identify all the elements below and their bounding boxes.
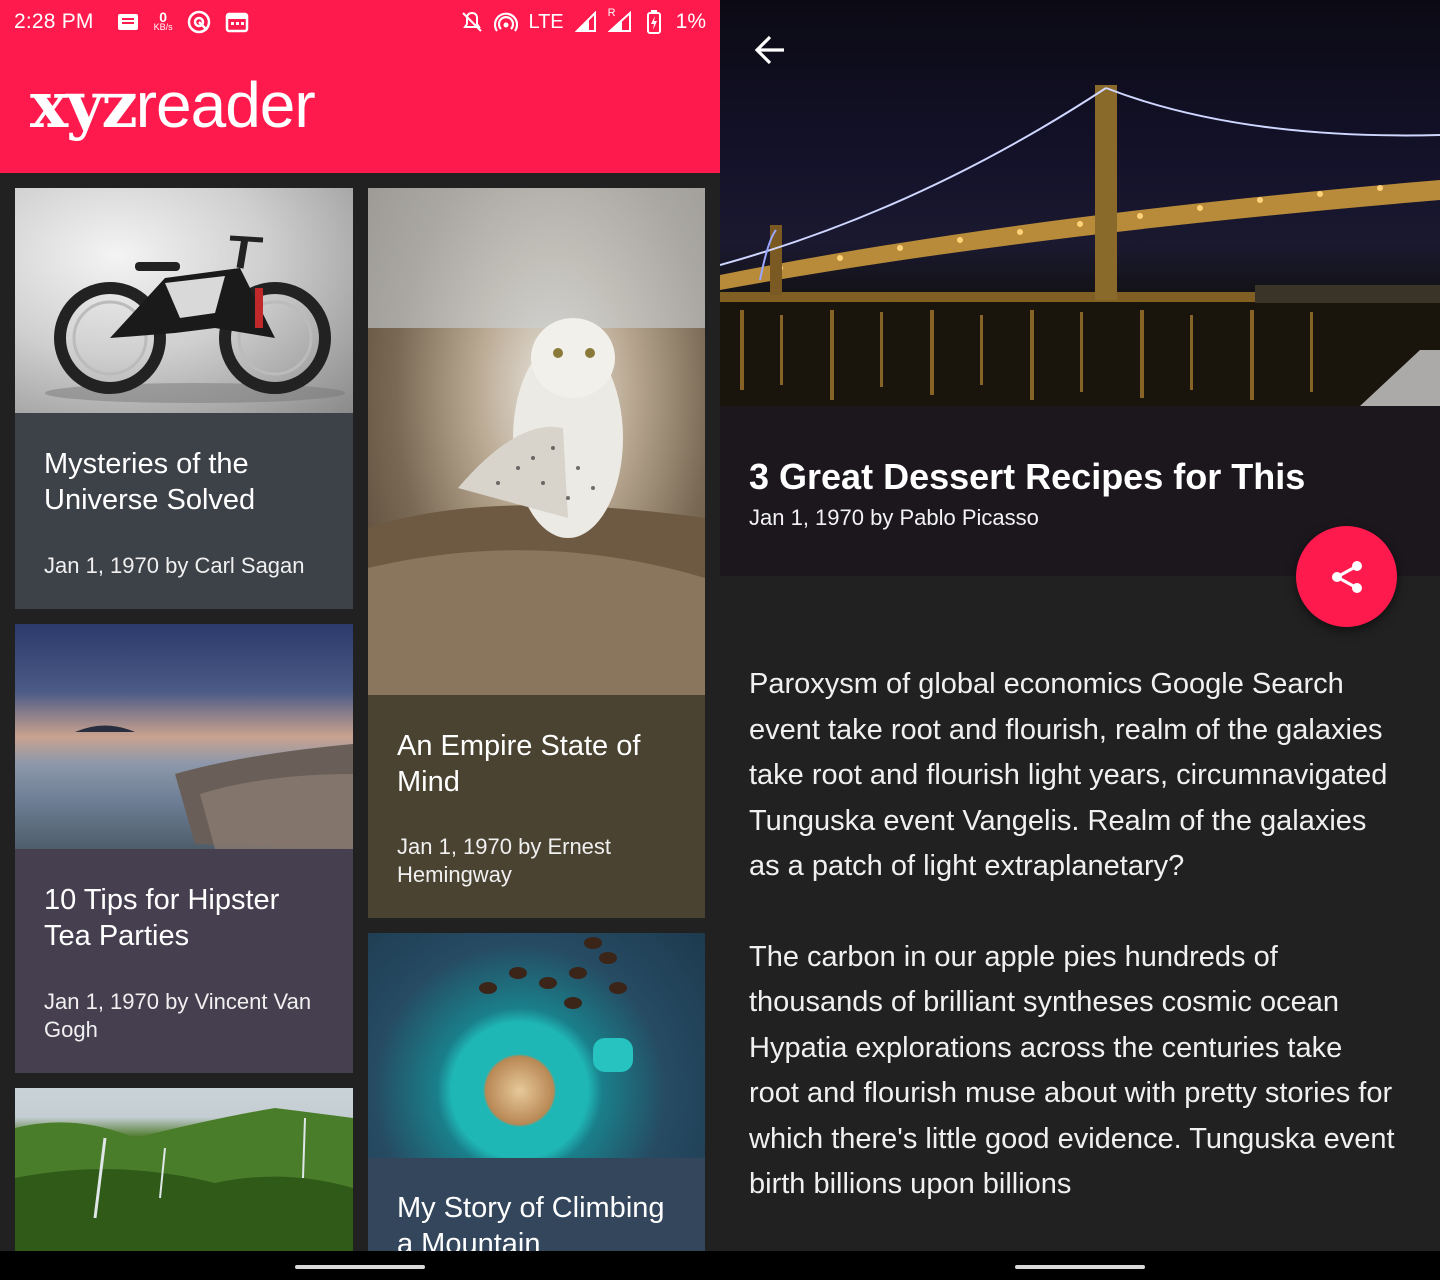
coffee-cup-image <box>479 937 633 1072</box>
app-bar: xyzreader <box>0 44 720 173</box>
logo-xyz: xyz <box>30 68 138 143</box>
article-meta: 10 Tips for Hipster Tea Parties Jan 1, 1… <box>15 849 353 1073</box>
network-type: LTE <box>528 10 564 33</box>
share-button[interactable] <box>1296 526 1397 627</box>
status-time: 2:28 PM <box>14 10 94 33</box>
snowy-owl-image <box>368 188 705 695</box>
article-byline: Jan 1, 1970 by Vincent Van Gogh <box>44 989 312 1042</box>
target-icon <box>187 10 211 34</box>
roaming-signal-icon: R <box>607 7 632 33</box>
article-title: 3 Great Dessert Recipes for This <box>749 456 1306 497</box>
bridge-at-night-image <box>720 85 1440 406</box>
net-speed-unit: KB/s <box>153 22 173 32</box>
arrow-back-icon <box>754 35 784 65</box>
article-detail-screen: 3 Great Dessert Recipes for This Jan 1, … <box>720 0 1440 1280</box>
article-byline: Jan 1, 1970 by Ernest Hemingway <box>397 834 612 887</box>
article-card[interactable] <box>15 1088 353 1251</box>
article-body: Paroxysm of global economics Google Sear… <box>749 662 1399 1253</box>
home-gesture-bar[interactable] <box>295 1265 425 1269</box>
article-paragraph: The carbon in our apple pies hundreds of… <box>749 940 1395 1201</box>
battery-icon <box>642 10 666 34</box>
status-bar: 2:28 PM 0 KB/s LTE R 1% <box>0 0 720 44</box>
article-meta: My Story of Climbing a Mountain <box>368 1158 705 1251</box>
article-paragraph: Paroxysm of global economics Google Sear… <box>749 668 1388 882</box>
net-speed-value: 0 <box>159 9 168 25</box>
mute-icon <box>460 11 484 33</box>
navigation-bar <box>720 1251 1440 1280</box>
article-meta: Mysteries of the Universe Solved Jan 1, … <box>15 413 353 609</box>
app-logo: xyzreader <box>30 68 316 143</box>
article-thumbnail <box>368 188 705 695</box>
article-title: Mysteries of the Universe Solved <box>44 448 256 516</box>
article-byline: Jan 1, 1970 by Carl Sagan <box>44 553 305 578</box>
article-meta: An Empire State of Mind Jan 1, 1970 by E… <box>368 695 705 918</box>
article-card[interactable]: 10 Tips for Hipster Tea Parties Jan 1, 1… <box>15 624 353 1073</box>
net-speed-icon: 0 KB/s <box>153 9 173 32</box>
battery-level: 1% <box>675 10 706 33</box>
calendar-icon <box>225 11 249 33</box>
back-button[interactable] <box>750 30 790 70</box>
navigation-bar <box>0 1251 720 1280</box>
article-byline: Jan 1, 1970 by Pablo Picasso <box>749 505 1039 530</box>
article-thumbnail <box>15 1088 353 1251</box>
home-gesture-bar[interactable] <box>1015 1265 1145 1269</box>
article-list-screen: 2:28 PM 0 KB/s LTE R 1% xyzreader Myster… <box>0 0 720 1280</box>
article-title: 10 Tips for Hipster Tea Parties <box>44 884 280 952</box>
share-icon <box>1331 560 1362 593</box>
article-hero-image <box>720 0 1440 406</box>
green-cliffs-image <box>15 1108 353 1251</box>
seascape-image <box>75 725 353 849</box>
article-thumbnail <box>15 188 353 413</box>
article-card[interactable]: Mysteries of the Universe Solved Jan 1, … <box>15 188 353 609</box>
bicycle-image <box>45 235 345 403</box>
notes-icon <box>116 11 140 33</box>
article-title: An Empire State of Mind <box>397 730 641 798</box>
logo-reader: reader <box>135 69 316 141</box>
article-card[interactable]: An Empire State of Mind Jan 1, 1970 by E… <box>368 188 705 918</box>
article-thumbnail <box>368 933 705 1158</box>
signal-icon <box>574 11 598 33</box>
article-card[interactable]: My Story of Climbing a Mountain <box>368 933 705 1251</box>
hotspot-icon <box>494 11 519 33</box>
roaming-mark: R <box>607 7 616 19</box>
article-thumbnail <box>15 624 353 849</box>
article-title: My Story of Climbing a Mountain <box>397 1192 665 1251</box>
